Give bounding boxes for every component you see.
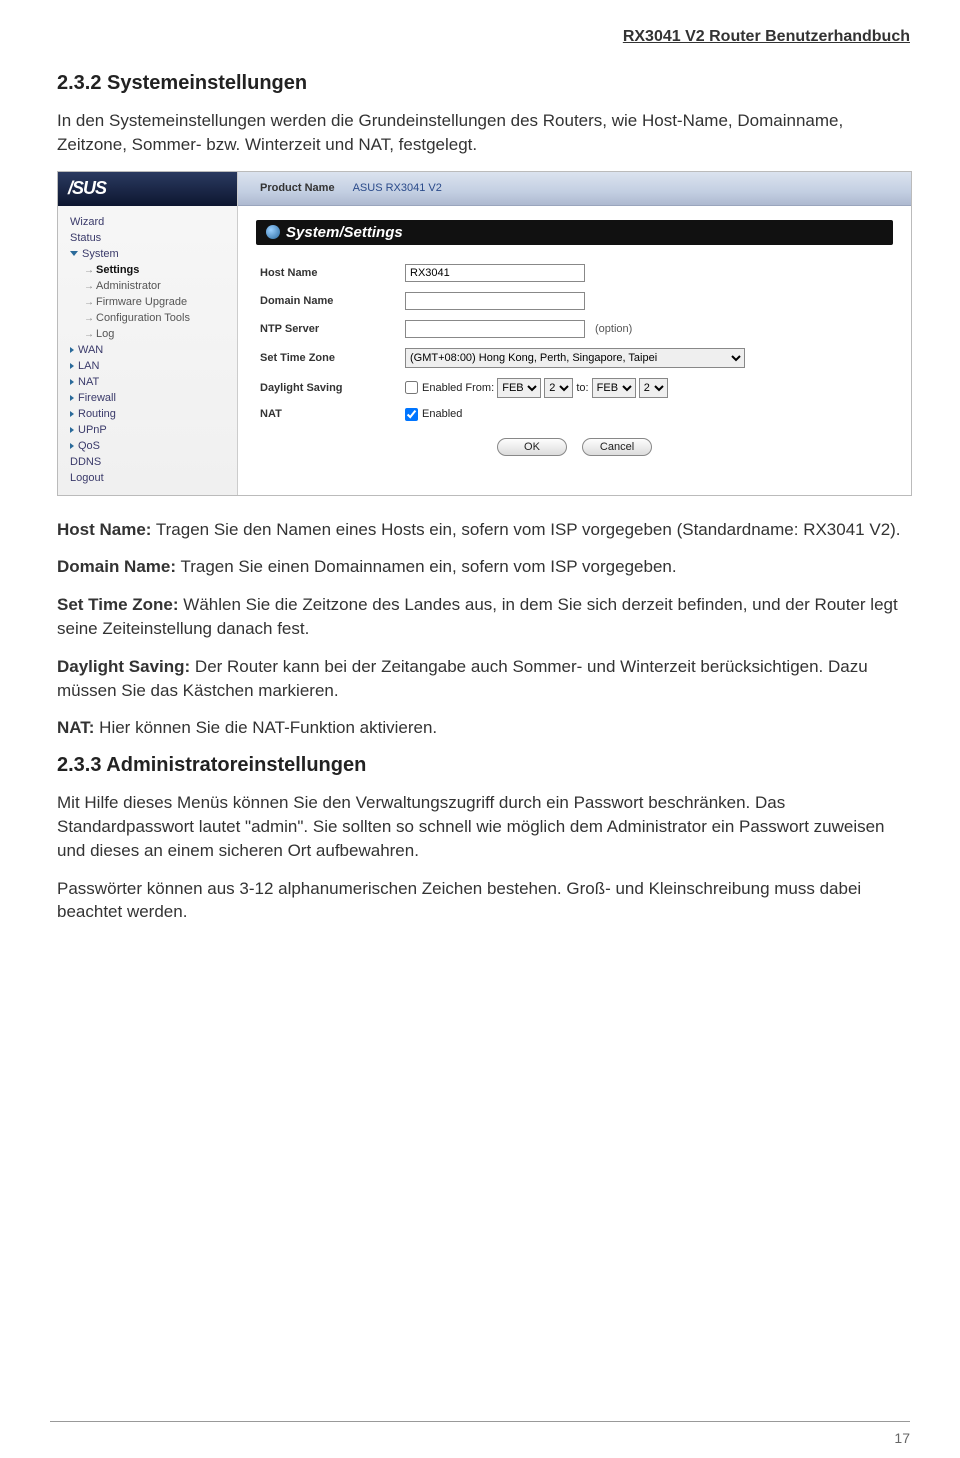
router-admin-screenshot: /SUS Wizard Status System →Settings →Adm…	[57, 171, 912, 496]
ntp-option-note: (option)	[595, 323, 632, 335]
arrow-icon: →	[84, 329, 94, 340]
nav-nat-label: NAT	[78, 376, 99, 388]
doc-header: RX3041 V2 Router Benutzerhandbuch	[57, 28, 910, 46]
footer-divider	[50, 1421, 910, 1422]
nav-upnp-label: UPnP	[78, 424, 107, 436]
nav-administrator[interactable]: →Administrator	[70, 278, 231, 294]
nat-label: NAT	[260, 408, 405, 420]
heading-2-3-2: 2.3.2 Systemeinstellungen	[57, 72, 910, 95]
chevron-right-icon	[70, 363, 74, 369]
nav-status[interactable]: Status	[70, 230, 231, 246]
nav-lan-label: LAN	[78, 360, 99, 372]
ds-to-label: to:	[576, 382, 588, 394]
nav-lan[interactable]: LAN	[70, 358, 231, 374]
nav-routing[interactable]: Routing	[70, 406, 231, 422]
arrow-icon: →	[84, 313, 94, 324]
para-2-3-3-a: Mit Hilfe dieses Menüs können Sie den Ve…	[57, 791, 910, 862]
domain-name-label: Domain Name	[260, 295, 405, 307]
chevron-down-icon	[70, 251, 78, 256]
globe-icon	[266, 225, 280, 239]
nav-firmware-upgrade[interactable]: →Firmware Upgrade	[70, 294, 231, 310]
arrow-icon: →	[84, 281, 94, 292]
ds-from-day-select[interactable]: 2	[544, 378, 573, 398]
nat-bold: NAT:	[57, 718, 94, 737]
nav-wan[interactable]: WAN	[70, 342, 231, 358]
settings-form: Host Name Domain Name NTP Server (option…	[238, 259, 911, 456]
nav-firewall-label: Firewall	[78, 392, 116, 404]
nav-cfg-label: Configuration Tools	[96, 312, 190, 324]
arrow-icon: →	[84, 265, 94, 276]
nav-log-label: Log	[96, 328, 114, 340]
nat-enabled-text: Enabled	[422, 408, 462, 420]
para-time-zone: Set Time Zone: Wählen Sie die Zeitzone d…	[57, 593, 910, 641]
nav-wan-label: WAN	[78, 344, 103, 356]
nav-system[interactable]: System	[70, 246, 231, 262]
ds-to-day-select[interactable]: 2	[639, 378, 668, 398]
host-name-label: Host Name	[260, 267, 405, 279]
nat-checkbox[interactable]	[405, 408, 418, 421]
main-panel: Product Name ASUS RX3041 V2 System/Setti…	[238, 172, 911, 495]
ds-to-month-select[interactable]: FEB	[592, 378, 636, 398]
product-name-value: ASUS RX3041 V2	[353, 182, 442, 194]
nav-system-label: System	[82, 248, 119, 260]
time-zone-select[interactable]: (GMT+08:00) Hong Kong, Perth, Singapore,…	[405, 348, 745, 368]
nav-nat[interactable]: NAT	[70, 374, 231, 390]
nav-admin-label: Administrator	[96, 280, 161, 292]
top-bar: Product Name ASUS RX3041 V2	[238, 172, 911, 206]
cancel-button[interactable]: Cancel	[582, 438, 652, 456]
page-number: 17	[894, 1430, 910, 1446]
nav-logout[interactable]: Logout	[70, 470, 231, 486]
domain-name-text: Tragen Sie einen Domainnamen ein, sofern…	[176, 557, 677, 576]
asus-logo: /SUS	[58, 172, 237, 206]
para-2-3-3-b: Passwörter können aus 3-12 alphanumerisc…	[57, 877, 910, 925]
time-zone-bold: Set Time Zone:	[57, 595, 179, 614]
ds-from-month-select[interactable]: FEB	[497, 378, 541, 398]
heading-2-3-3: 2.3.3 Administratoreinstellungen	[57, 754, 910, 777]
domain-name-bold: Domain Name:	[57, 557, 176, 576]
nav-settings[interactable]: →Settings	[70, 262, 231, 278]
nav-configuration-tools[interactable]: →Configuration Tools	[70, 310, 231, 326]
nav-routing-label: Routing	[78, 408, 116, 420]
sidebar: /SUS Wizard Status System →Settings →Adm…	[58, 172, 238, 495]
domain-name-input[interactable]	[405, 292, 585, 310]
sidebar-nav: Wizard Status System →Settings →Administ…	[58, 206, 237, 492]
para-domain-name: Domain Name: Tragen Sie einen Domainname…	[57, 555, 910, 579]
product-name-label: Product Name	[260, 182, 335, 194]
daylight-enabled-text: Enabled From:	[422, 382, 494, 394]
host-name-bold: Host Name:	[57, 520, 151, 539]
nav-log[interactable]: →Log	[70, 326, 231, 342]
nav-qos-label: QoS	[78, 440, 100, 452]
daylight-saving-label: Daylight Saving	[260, 382, 405, 394]
nav-settings-label: Settings	[96, 264, 139, 276]
daylight-saving-bold: Daylight Saving:	[57, 657, 190, 676]
nav-firewall[interactable]: Firewall	[70, 390, 231, 406]
chevron-right-icon	[70, 395, 74, 401]
ntp-server-input[interactable]	[405, 320, 585, 338]
panel-title: System/Settings	[286, 224, 403, 241]
panel-heading: System/Settings	[256, 220, 893, 245]
para-nat: NAT: Hier können Sie die NAT-Funktion ak…	[57, 716, 910, 740]
time-zone-label: Set Time Zone	[260, 352, 405, 364]
nav-ddns[interactable]: DDNS	[70, 454, 231, 470]
para-2-3-2-intro: In den Systemeinstellungen werden die Gr…	[57, 109, 910, 157]
nav-qos[interactable]: QoS	[70, 438, 231, 454]
para-host-name: Host Name: Tragen Sie den Namen eines Ho…	[57, 518, 910, 542]
nav-upnp[interactable]: UPnP	[70, 422, 231, 438]
host-name-input[interactable]	[405, 264, 585, 282]
nav-wizard[interactable]: Wizard	[70, 214, 231, 230]
arrow-icon: →	[84, 297, 94, 308]
chevron-right-icon	[70, 347, 74, 353]
nat-text: Hier können Sie die NAT-Funktion aktivie…	[94, 718, 437, 737]
chevron-right-icon	[70, 427, 74, 433]
ok-button[interactable]: OK	[497, 438, 567, 456]
host-name-text: Tragen Sie den Namen eines Hosts ein, so…	[151, 520, 900, 539]
chevron-right-icon	[70, 443, 74, 449]
ntp-server-label: NTP Server	[260, 323, 405, 335]
chevron-right-icon	[70, 379, 74, 385]
nav-fw-label: Firmware Upgrade	[96, 296, 187, 308]
chevron-right-icon	[70, 411, 74, 417]
para-daylight-saving: Daylight Saving: Der Router kann bei der…	[57, 655, 910, 703]
time-zone-text: Wählen Sie die Zeitzone des Landes aus, …	[57, 595, 898, 638]
daylight-saving-checkbox[interactable]	[405, 381, 418, 394]
